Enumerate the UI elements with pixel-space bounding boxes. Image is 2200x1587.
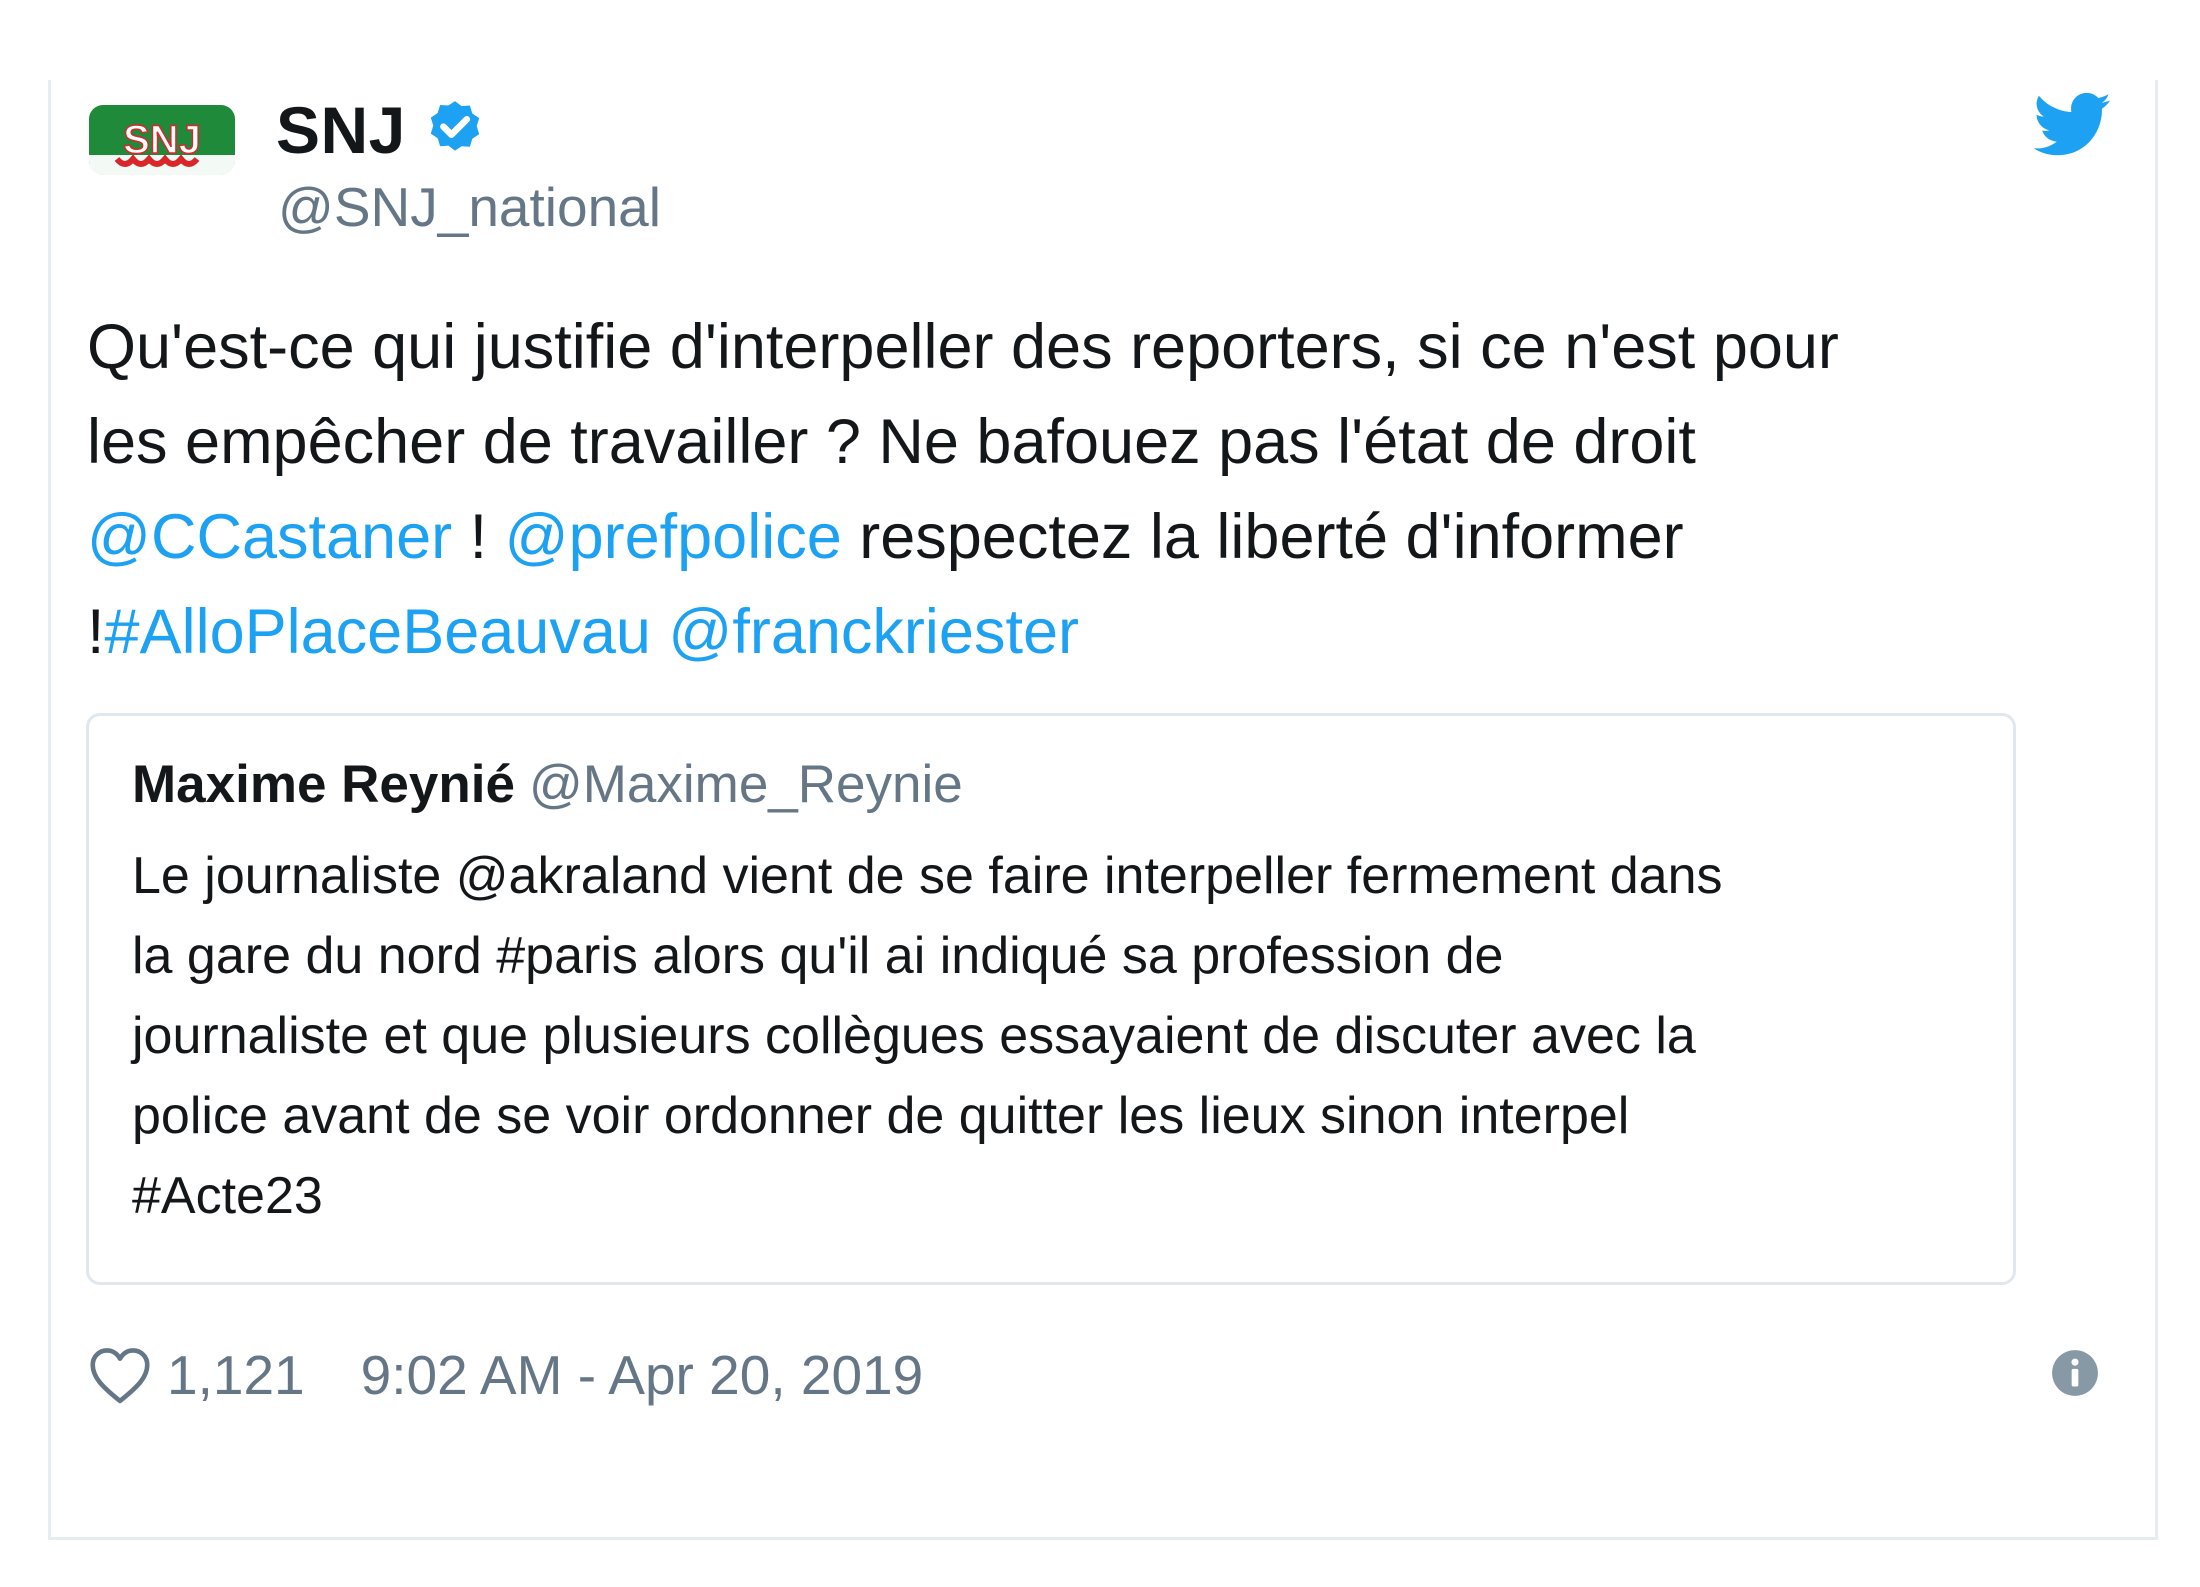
- hashtag-link[interactable]: #AlloPlaceBeauvau: [105, 597, 651, 667]
- quoted-tweet-text: Le journaliste @akraland vient de se fai…: [132, 836, 1992, 1236]
- mention-link[interactable]: @CCastaner: [87, 502, 452, 572]
- info-icon[interactable]: [2050, 1348, 2100, 1398]
- quoted-tweet-header: Maxime Reynié @Maxime_Reynie: [132, 754, 963, 815]
- quoted-text-line: #Acte23: [132, 1167, 323, 1225]
- tweet-text-line: Qu'est-ce qui justifie d'interpeller des…: [87, 312, 1839, 382]
- tweet-text-line: @CCastaner ! @prefpolice respectez la li…: [87, 490, 2077, 585]
- avatar[interactable]: SNJ: [87, 95, 237, 185]
- tweet-footer: 1,121 9:02 AM - Apr 20, 2019: [87, 1335, 923, 1415]
- avatar-text: SNJ: [123, 118, 201, 162]
- author-handle[interactable]: @SNJ_national: [278, 175, 661, 239]
- quoted-text-line: journaliste et que plusieurs collègues e…: [132, 1007, 1696, 1065]
- quoted-text-line: Le journaliste @akraland vient de se fai…: [132, 847, 1723, 905]
- tweet-text-line: les empêcher de travailler ? Ne bafouez …: [87, 407, 1696, 477]
- quoted-text-line: la gare du nord #paris alors qu'il ai in…: [132, 927, 1504, 985]
- mention-link[interactable]: @prefpolice: [505, 502, 842, 572]
- tweet-text-line: !#AlloPlaceBeauvau @franckriester: [87, 585, 2077, 680]
- verified-badge-icon: [430, 101, 480, 151]
- quoted-text-line: police avant de se voir ordonner de quit…: [132, 1087, 1630, 1145]
- tweet-text-fragment: respectez la liberté d'informer: [841, 502, 1684, 572]
- author-name-row: SNJ: [276, 90, 488, 170]
- quoted-tweet[interactable]: Maxime Reynié @Maxime_Reynie Le journalis…: [86, 713, 2016, 1285]
- twitter-bird-icon[interactable]: [2034, 92, 2112, 158]
- tweet-timestamp[interactable]: 9:02 AM - Apr 20, 2019: [361, 1343, 924, 1407]
- mention-link[interactable]: @franckriester: [668, 597, 1079, 667]
- like-count[interactable]: 1,121: [167, 1343, 305, 1407]
- quoted-author-name: Maxime Reynié: [132, 755, 515, 814]
- tweet-text-fragment: !: [452, 502, 505, 572]
- tweet-text: Qu'est-ce qui justifie d'interpeller des…: [87, 300, 2077, 680]
- heart-icon[interactable]: [87, 1345, 153, 1405]
- tweet-text-fragment: !: [87, 597, 105, 667]
- author-display-name[interactable]: SNJ: [276, 92, 406, 168]
- quoted-author-handle: @Maxime_Reynie: [528, 755, 963, 814]
